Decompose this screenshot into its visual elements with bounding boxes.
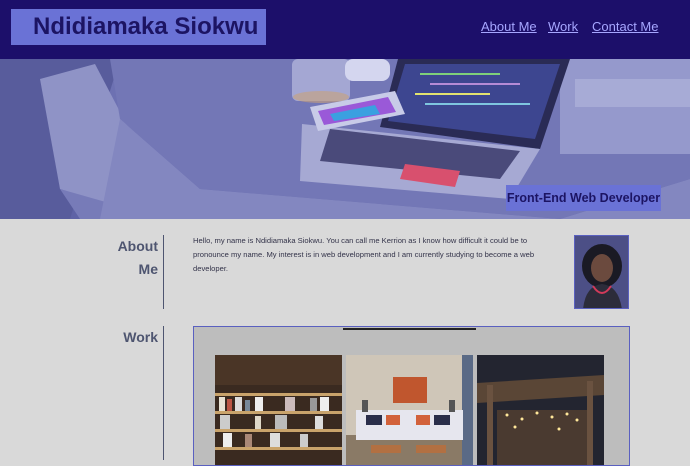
site-header: Ndidiamaka Siokwu About Me Work Contact … — [0, 0, 690, 59]
work-item-bookshelf[interactable] — [215, 355, 342, 465]
profile-photo — [574, 235, 629, 309]
work-item-bedroom[interactable] — [346, 355, 473, 465]
nav-link-contact-me[interactable]: Contact Me — [592, 19, 658, 35]
nav-link-work[interactable]: Work — [548, 19, 578, 35]
bookshelf-image — [215, 355, 342, 465]
work-item-pergola[interactable] — [477, 355, 604, 465]
about-heading-line-1: About — [117, 238, 158, 254]
about-heading-line-2: Me — [138, 261, 158, 277]
about-paragraph: Hello, my name is Ndidiamaka Siokwu. You… — [193, 236, 535, 273]
site-title: Ndidiamaka Siokwu — [11, 9, 266, 45]
profile-portrait-illustration — [575, 236, 628, 308]
hero-tagline-badge: Front-End Web Developer — [506, 185, 661, 211]
about-divider — [163, 235, 164, 309]
about-heading: About Me — [100, 235, 158, 281]
bedroom-image — [346, 355, 473, 465]
pergola-image — [477, 355, 604, 465]
work-divider — [163, 326, 164, 460]
nav-link-about-me[interactable]: About Me — [481, 19, 537, 35]
work-heading: Work — [123, 329, 158, 345]
work-gallery-top-rule — [343, 328, 476, 330]
